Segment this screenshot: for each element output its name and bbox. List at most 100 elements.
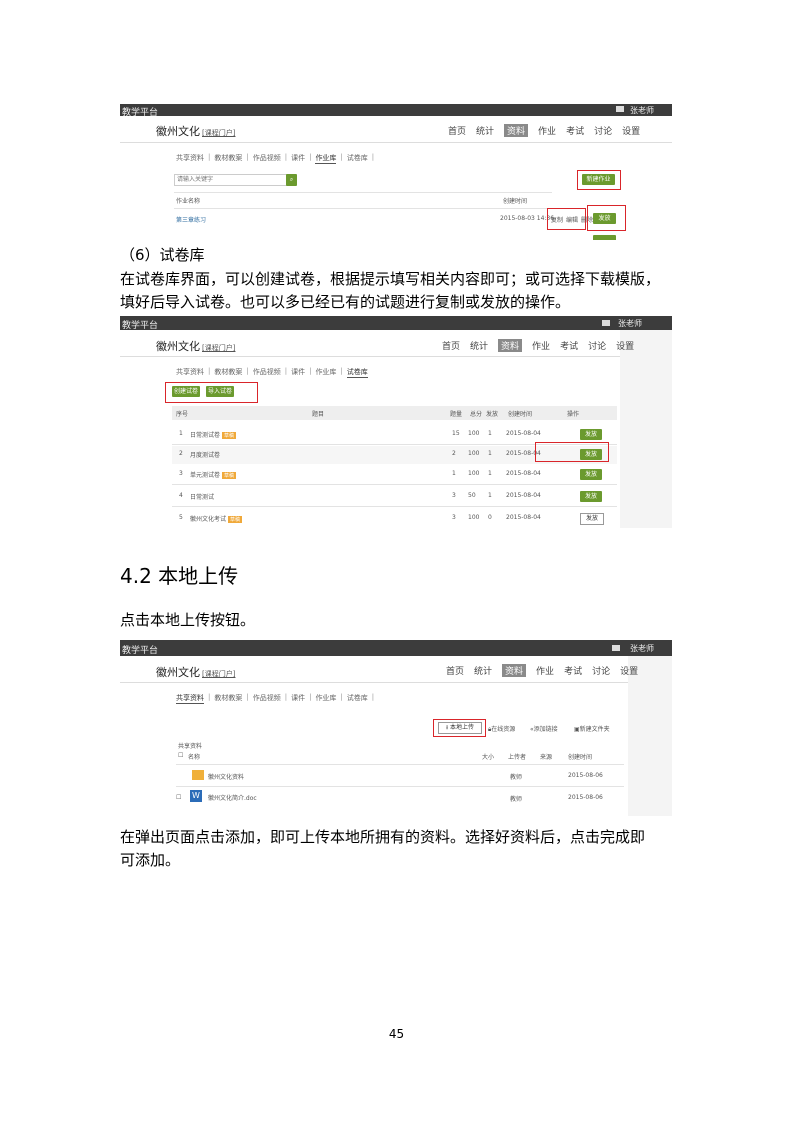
- row-date: 2015-08-04: [506, 492, 541, 499]
- row-title[interactable]: 单元测试卷 草稿: [190, 470, 237, 479]
- tab-materials[interactable]: 教材教案: [214, 693, 242, 704]
- highlight-row-actions: [535, 442, 609, 462]
- nav-stats[interactable]: 统计: [476, 124, 494, 137]
- row-date: 2015-08-04: [506, 430, 541, 437]
- divider: [120, 142, 672, 143]
- nav-discussion[interactable]: 讨论: [594, 124, 612, 137]
- word-doc-icon: W: [190, 790, 202, 802]
- nav-settings[interactable]: 设置: [620, 664, 638, 677]
- user-menu[interactable]: 张老师: [630, 643, 654, 654]
- col-created: 创建时间: [568, 754, 593, 761]
- new-homework-button[interactable]: 新建作业: [582, 174, 615, 185]
- top-bar: 教学平台 张老师: [120, 104, 672, 118]
- list-item[interactable]: 徽州文化资料 教师 2015-08-06: [176, 766, 624, 786]
- nav-exam[interactable]: 考试: [566, 124, 584, 137]
- select-all-checkbox[interactable]: ☐: [178, 752, 183, 759]
- tab-shared[interactable]: 共享资料: [176, 693, 204, 704]
- tab-courseware[interactable]: 课件: [291, 153, 305, 164]
- row-title[interactable]: 日常测试: [190, 492, 214, 501]
- add-link-button[interactable]: «添加链接: [530, 724, 558, 733]
- create-exam-button[interactable]: 创建试卷: [172, 386, 200, 397]
- online-resource-button[interactable]: 🔒︎在线资源: [488, 724, 515, 734]
- edit-action[interactable]: 编辑: [566, 215, 578, 224]
- nav-discussion[interactable]: 讨论: [592, 664, 610, 677]
- breadcrumb[interactable]: 共享资料: [178, 741, 202, 750]
- search-button[interactable]: ⌕: [286, 174, 297, 186]
- row-no: 5: [179, 514, 183, 521]
- send-button[interactable]: 发放: [593, 213, 616, 224]
- nav-homework[interactable]: 作业: [536, 664, 554, 677]
- send-button[interactable]: 发放: [580, 429, 602, 440]
- nav-discussion[interactable]: 讨论: [588, 339, 606, 352]
- row-title[interactable]: 徽州文化考试 草稿: [190, 514, 243, 523]
- item-name[interactable]: 徽州文化资料: [208, 772, 244, 781]
- tab-videos[interactable]: 作品视频: [253, 367, 281, 378]
- row-name[interactable]: 第三章练习: [176, 215, 206, 224]
- tab-courseware[interactable]: 课件: [291, 693, 305, 704]
- nav-home[interactable]: 首页: [442, 339, 460, 352]
- mail-icon[interactable]: [612, 645, 620, 651]
- copy-action[interactable]: 复制: [551, 215, 563, 224]
- local-upload-button[interactable]: ⭳ 本地上传: [438, 722, 482, 734]
- nav-stats[interactable]: 统计: [474, 664, 492, 677]
- nav-settings[interactable]: 设置: [616, 339, 634, 352]
- resource-tabs: 共享资料 | 教材教案 | 作品视频 | 课件 | 作业库 | 试卷库 |: [176, 153, 375, 164]
- col-action: 操作: [567, 411, 580, 418]
- tab-shared[interactable]: 共享资料: [176, 153, 204, 164]
- tab-videos[interactable]: 作品视频: [253, 693, 281, 704]
- nav-stats[interactable]: 统计: [470, 339, 488, 352]
- new-folder-button[interactable]: ▣新建文件夹: [574, 724, 610, 733]
- tab-courseware[interactable]: 课件: [291, 367, 305, 378]
- item-name[interactable]: 徽州文化简介.doc: [208, 793, 257, 802]
- section-heading-local-upload: 4.2 本地上传: [120, 564, 239, 588]
- item-uploader: 教师: [510, 774, 523, 781]
- tab-exam-library[interactable]: 试卷库: [346, 367, 368, 378]
- mail-icon[interactable]: [616, 106, 624, 112]
- col-count: 题量: [450, 411, 463, 418]
- search-input[interactable]: [174, 174, 288, 186]
- tab-materials[interactable]: 教材教案: [214, 367, 242, 378]
- send-button[interactable]: 发放: [580, 513, 604, 525]
- nav-resources[interactable]: 资料: [498, 339, 523, 352]
- brand: 教学平台: [122, 646, 159, 656]
- nav-exam[interactable]: 考试: [564, 664, 582, 677]
- tab-exam-library[interactable]: 试卷库: [347, 693, 368, 704]
- row-date: 2015-08-04: [506, 470, 541, 477]
- user-menu[interactable]: 张老师: [618, 318, 642, 329]
- send-button[interactable]: 发放: [580, 469, 602, 480]
- nav-resources[interactable]: 资料: [504, 124, 529, 137]
- tab-homework-library[interactable]: 作业库: [315, 693, 336, 704]
- row-title[interactable]: 月度测试卷: [190, 450, 220, 459]
- row-checkbox[interactable]: ☐: [176, 794, 181, 801]
- nav-exam[interactable]: 考试: [560, 339, 578, 352]
- row-title[interactable]: 日常测试卷 草稿: [190, 430, 237, 439]
- list-item[interactable]: ☐ W 徽州文化简介.doc 教师 2015-08-06: [176, 788, 624, 808]
- col-size: 大小: [482, 754, 495, 761]
- nav-home[interactable]: 首页: [448, 124, 466, 137]
- tab-shared[interactable]: 共享资料: [176, 367, 204, 378]
- row-count: 15: [452, 430, 460, 437]
- tab-exam-library[interactable]: 试卷库: [347, 153, 368, 164]
- nav-resources[interactable]: 资料: [502, 664, 527, 677]
- tab-materials[interactable]: 教材教案: [214, 153, 242, 164]
- table-header: 序号 题目 题量 总分 发放 创建时间 操作: [172, 406, 617, 420]
- nav-home[interactable]: 首页: [446, 664, 464, 677]
- nav-homework[interactable]: 作业: [538, 124, 556, 137]
- tab-homework-library[interactable]: 作业库: [315, 367, 336, 378]
- nav-settings[interactable]: 设置: [622, 124, 640, 137]
- item-date: 2015-08-06: [568, 794, 603, 801]
- tab-homework-library[interactable]: 作业库: [315, 153, 337, 164]
- send-button[interactable]: 发放: [580, 491, 602, 502]
- main-nav: 首页 统计 资料 作业 考试 讨论 设置: [448, 124, 640, 137]
- screenshot-local-upload: 教学平台 张老师 徽州文化 [课程门户] 首页 统计 资料 作业 考试 讨论 设置…: [120, 640, 672, 816]
- mail-icon[interactable]: [602, 320, 610, 326]
- course-title: 徽州文化 [课程门户]: [156, 666, 236, 679]
- row-sent: 1: [488, 492, 492, 499]
- tab-videos[interactable]: 作品视频: [253, 153, 281, 164]
- import-exam-button[interactable]: 导入试卷: [206, 386, 234, 397]
- send-button-next[interactable]: [593, 235, 616, 240]
- nav-homework[interactable]: 作业: [532, 339, 550, 352]
- user-menu[interactable]: 张老师: [630, 105, 654, 116]
- course-title: 徽州文化 [课程门户]: [156, 125, 236, 138]
- row-line: [174, 208, 552, 209]
